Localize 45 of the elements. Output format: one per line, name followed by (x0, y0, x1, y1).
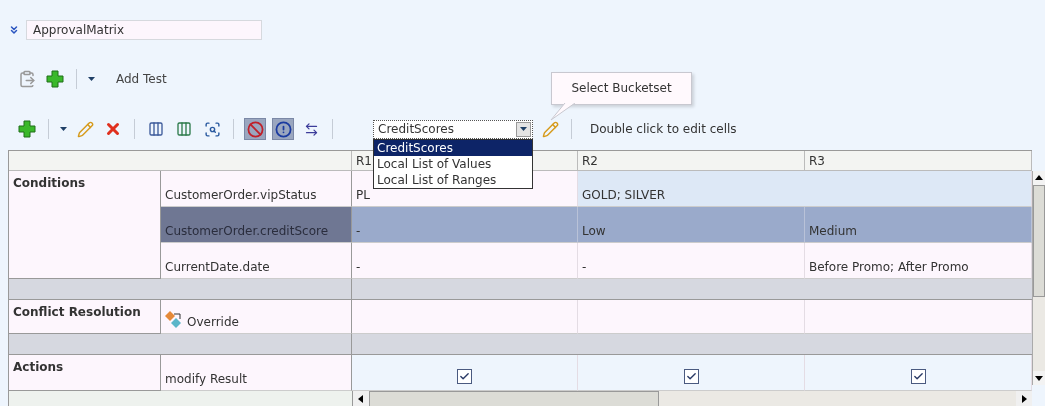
table-cell: - (352, 207, 578, 243)
add-icon[interactable] (44, 68, 66, 90)
block-icon[interactable] (244, 118, 266, 140)
table-cell: Low (578, 207, 805, 243)
check-icon (685, 371, 697, 382)
section-label: Conditions (9, 171, 161, 279)
table-cell: - (352, 243, 578, 279)
row-label-text: modify Result (165, 372, 247, 386)
row-label-text: Override (187, 315, 239, 329)
alert-icon[interactable] (272, 118, 294, 140)
table-cell: - (578, 243, 805, 279)
bucketset-select[interactable]: CreditScores (373, 119, 533, 139)
row-label-text: CustomerOrder.creditScore (165, 224, 329, 238)
caret-icon[interactable] (519, 126, 528, 132)
checkbox[interactable] (457, 369, 472, 384)
caret-icon[interactable] (87, 76, 96, 82)
dropdown-option[interactable]: CreditScores (374, 139, 532, 156)
scroll-up-icon[interactable] (1035, 174, 1043, 182)
row-label[interactable]: modify Result (161, 355, 352, 391)
row-label-text: CustomerOrder.vipStatus (165, 188, 317, 202)
row-label[interactable]: CustomerOrder.vipStatus (161, 171, 352, 207)
section-label: Conflict Resolution (9, 300, 161, 334)
table-cell: GOLD; SILVER (578, 171, 1032, 207)
row-label[interactable]: Override (161, 300, 352, 334)
caret-icon[interactable] (59, 126, 68, 132)
scroll-right-icon[interactable] (1020, 395, 1028, 403)
add-icon[interactable] (16, 118, 38, 140)
row-label[interactable]: CurrentDate.date (161, 243, 352, 279)
scrollbar-thumb[interactable] (369, 391, 659, 406)
rule-name-field[interactable]: ApprovalMatrix (26, 20, 262, 40)
check-icon (459, 371, 470, 382)
check-icon (912, 371, 924, 382)
expand-icon[interactable] (8, 24, 20, 36)
hint-text: Double click to edit cells (590, 122, 737, 136)
row-label-text: CurrentDate.date (165, 260, 270, 274)
tooltip-pointer (549, 102, 577, 121)
scroll-down-icon[interactable] (1035, 374, 1043, 382)
table-cell: Medium (805, 207, 1032, 243)
section-label: Actions (9, 355, 161, 391)
checkbox[interactable] (683, 369, 699, 384)
scroll-left-icon[interactable] (357, 395, 365, 403)
table-cell: Before Promo; After Promo (805, 243, 1032, 279)
add-test-button[interactable]: Add Test (116, 72, 167, 86)
checkbox[interactable] (910, 369, 926, 384)
scrollbar-thumb[interactable] (1033, 185, 1045, 297)
